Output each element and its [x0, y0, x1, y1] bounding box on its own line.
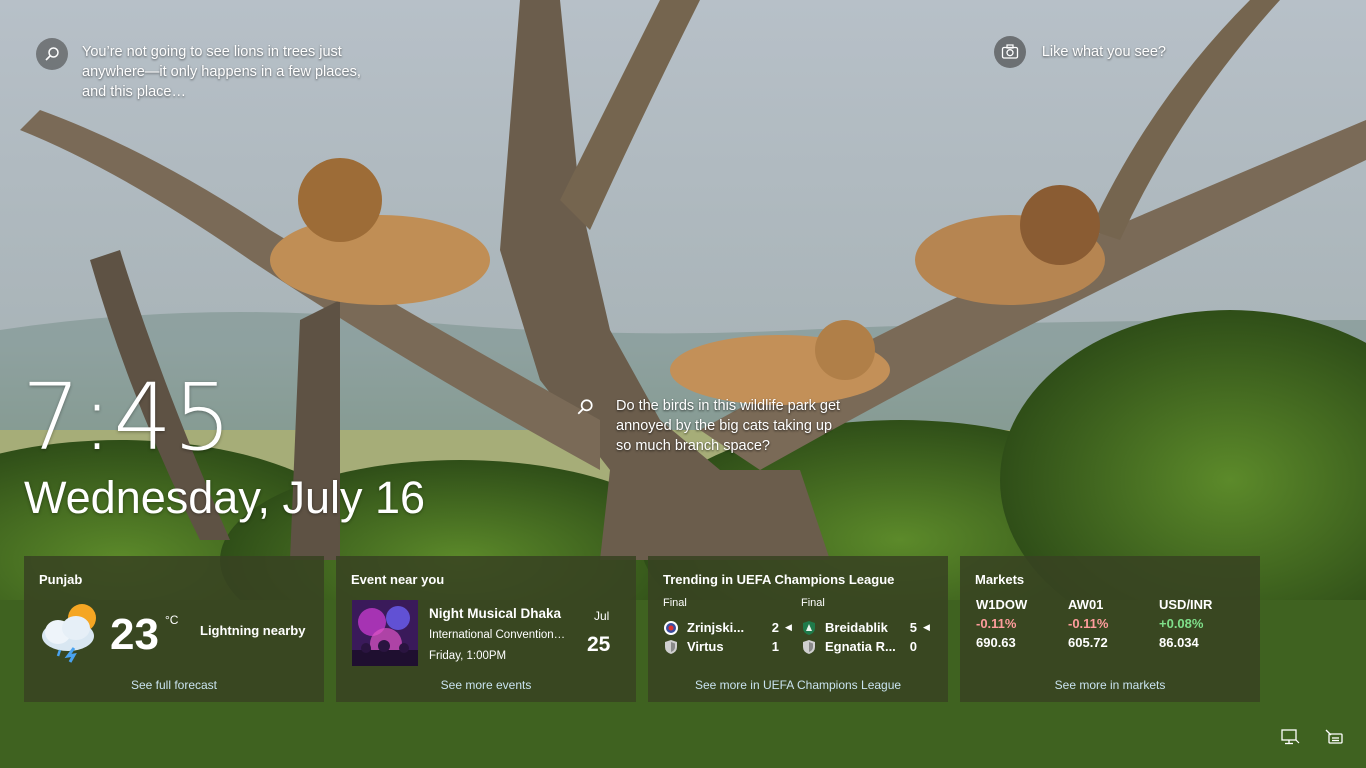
market-symbol: W1DOW	[976, 597, 1028, 612]
market-change: -0.11%	[976, 616, 1017, 631]
match-team-row: Virtus 1	[663, 637, 793, 656]
lock-screen-date: Wednesday, July 16	[24, 472, 426, 523]
team-crest-icon	[801, 639, 817, 655]
weather-location: Punjab	[39, 572, 83, 587]
cloud-sun-rain-icon	[38, 598, 104, 664]
weather-card[interactable]: Punjab 23 °C Lightning nearby See full f…	[24, 556, 324, 702]
see-more-markets-link[interactable]: See more in markets	[960, 678, 1260, 692]
weather-condition: Lightning nearby	[200, 623, 306, 638]
search-icon[interactable]	[36, 38, 68, 70]
market-symbol: AW01	[1068, 597, 1104, 612]
event-day: 25	[587, 633, 611, 656]
event-month: Jul	[594, 609, 610, 623]
market-item[interactable]: W1DOW -0.11% 690.63	[976, 597, 1064, 650]
event-name[interactable]: Night Musical Dhaka	[429, 606, 561, 621]
sports-card-title: Trending in UEFA Champions League	[663, 572, 895, 587]
lock-screen-time: 7:45	[22, 364, 233, 471]
team-name: Breidablik	[825, 620, 888, 635]
event-time: Friday, 1:00PM	[429, 650, 507, 662]
sports-card[interactable]: Trending in UEFA Champions League Final …	[648, 556, 948, 702]
event-card[interactable]: Event near you Night Musical Dhaka Inter…	[336, 556, 636, 702]
event-card-title: Event near you	[351, 572, 445, 587]
weather-temperature: 23	[110, 610, 159, 659]
ease-of-access-icon[interactable]	[1324, 728, 1344, 746]
match-team-row: Breidablik 5 ◀	[801, 618, 931, 637]
spotlight-hint-text[interactable]: You’re not going to see lions in trees j…	[82, 42, 366, 102]
search-icon[interactable]	[576, 398, 594, 456]
see-full-forecast-link[interactable]: See full forecast	[24, 678, 324, 692]
markets-card-title: Markets	[975, 572, 1025, 587]
winner-arrow-icon: ◀	[923, 622, 930, 632]
spotlight-like-text[interactable]: Like what you see?	[1042, 44, 1166, 60]
network-icon[interactable]	[1280, 728, 1300, 746]
spotlight-hint-text[interactable]: Do the birds in this wildlife park get a…	[616, 396, 846, 456]
team-score: 5	[909, 620, 917, 635]
team-score: 0	[909, 639, 917, 654]
see-more-events-link[interactable]: See more events	[336, 678, 636, 692]
winner-arrow-icon: ◀	[785, 622, 792, 632]
team-name: Egnatia R...	[825, 639, 896, 654]
camera-icon[interactable]	[993, 36, 1026, 68]
match-status: Final	[801, 597, 825, 609]
market-symbol: USD/INR	[1159, 597, 1213, 612]
market-value: 86.034	[1159, 635, 1199, 650]
team-crest-icon	[663, 639, 679, 655]
match-team-row: Zrinjski... 2 ◀	[663, 618, 793, 637]
spotlight-hint-middle[interactable]: Do the birds in this wildlife park get a…	[576, 396, 846, 456]
match-2[interactable]: Final Breidablik 5 ◀ Egnatia R... 0	[801, 597, 931, 656]
team-score: 1	[771, 639, 779, 654]
markets-card[interactable]: Markets W1DOW -0.11% 690.63 AW01 -0.11% …	[960, 556, 1260, 702]
team-name: Zrinjski...	[687, 620, 745, 635]
market-item[interactable]: AW01 -0.11% 605.72	[1068, 597, 1156, 650]
weather-unit: °C	[165, 613, 179, 627]
team-name: Virtus	[687, 639, 724, 654]
team-score: 2	[771, 620, 779, 635]
match-team-row: Egnatia R... 0	[801, 637, 931, 656]
spotlight-like-prompt[interactable]: Like what you see?	[993, 36, 1166, 68]
market-change: +0.08%	[1159, 616, 1204, 631]
team-crest-icon	[801, 620, 817, 636]
market-value: 690.63	[976, 635, 1016, 650]
market-change: -0.11%	[1068, 616, 1109, 631]
event-venue: International Convention…	[429, 629, 566, 641]
market-item[interactable]: USD/INR +0.08% 86.034	[1159, 597, 1247, 650]
match-status: Final	[663, 597, 687, 609]
spotlight-hint-top-left[interactable]: You’re not going to see lions in trees j…	[36, 38, 366, 102]
see-more-uefa-link[interactable]: See more in UEFA Champions League	[648, 678, 948, 692]
market-value: 605.72	[1068, 635, 1108, 650]
match-1[interactable]: Final Zrinjski... 2 ◀ Virtus 1	[663, 597, 793, 656]
team-crest-icon	[663, 620, 679, 636]
event-thumbnail[interactable]	[352, 600, 418, 666]
